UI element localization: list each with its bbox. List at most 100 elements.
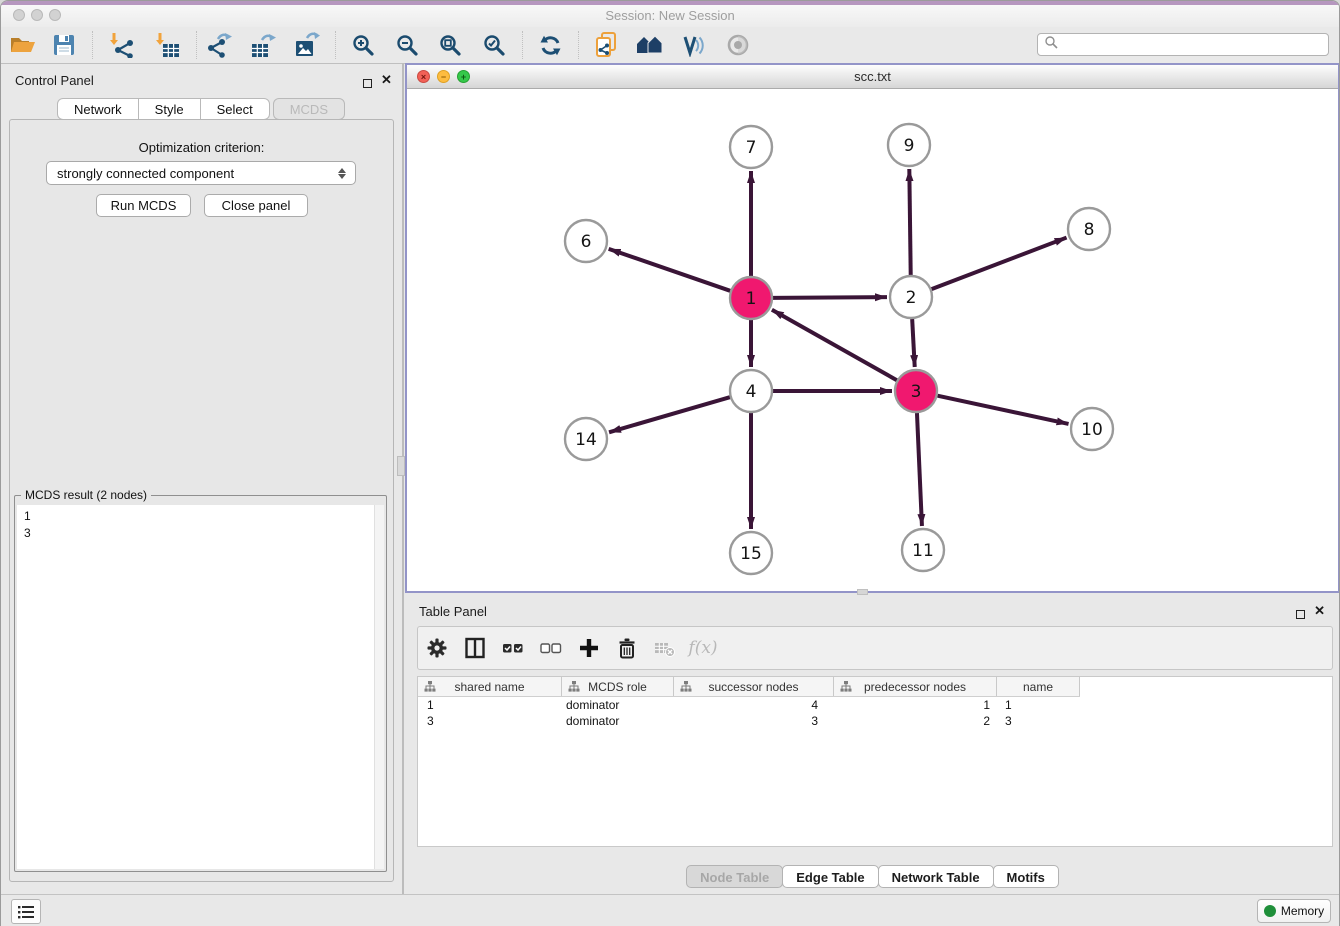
column-header-name[interactable]: name — [997, 677, 1080, 696]
table-options-icon[interactable] — [418, 637, 456, 659]
float-panel-icon[interactable] — [363, 75, 372, 93]
node-2[interactable]: 2 — [890, 276, 932, 318]
zoom-selected-icon[interactable] — [478, 31, 510, 59]
cell[interactable]: 4 — [674, 698, 834, 712]
apply-function-icon[interactable]: f(x) — [684, 638, 722, 658]
open-session-icon[interactable] — [7, 31, 39, 59]
optimization-label: Optimization criterion: — [10, 140, 393, 155]
search-field[interactable] — [1037, 33, 1329, 56]
zoom-out-icon[interactable] — [391, 31, 423, 59]
cell[interactable]: 1 — [997, 698, 1080, 712]
import-table-icon[interactable] — [151, 31, 183, 59]
panel-divider[interactable] — [402, 63, 404, 894]
edge-3-1[interactable] — [772, 310, 897, 380]
mcds-result-text[interactable]: 1 3 — [17, 505, 375, 869]
panel-divider-handle[interactable] — [397, 456, 405, 476]
edge-3-11[interactable] — [917, 413, 922, 526]
network-titlebar[interactable]: × − + scc.txt — [407, 65, 1338, 89]
cell[interactable]: 3 — [418, 714, 562, 728]
zoom-in-icon[interactable] — [347, 31, 379, 59]
tab-node-table[interactable]: Node Table — [686, 865, 783, 888]
home-icon[interactable] — [634, 31, 666, 59]
result-scrollbar[interactable] — [374, 505, 384, 869]
unselect-all-columns-icon[interactable] — [532, 637, 570, 659]
tab-select[interactable]: Select — [200, 98, 270, 120]
network-window[interactable]: × − + scc.txt 7 9 6 8 1 2 4 3 14 10 15 11 — [405, 63, 1340, 593]
column-header-shared-name[interactable]: shared name — [418, 677, 562, 696]
column-header-MCDS-role[interactable]: MCDS role — [562, 677, 674, 696]
svg-text:3: 3 — [911, 382, 922, 402]
show-columns-icon[interactable] — [456, 637, 494, 659]
table-row-1[interactable]: 1dominator411 — [418, 697, 1332, 713]
cell[interactable]: dominator — [562, 698, 674, 712]
node-3[interactable]: 3 — [895, 370, 937, 412]
node-9[interactable]: 9 — [888, 124, 930, 166]
node-8[interactable]: 8 — [1068, 208, 1110, 250]
edge-1-6[interactable] — [609, 249, 731, 291]
edge-1-2[interactable] — [773, 297, 887, 298]
close-panel-icon[interactable]: ✕ — [381, 75, 392, 84]
node-4[interactable]: 4 — [730, 370, 772, 412]
float-table-panel-icon[interactable] — [1296, 606, 1305, 624]
apply-layout-icon[interactable] — [534, 31, 566, 59]
table-row-2[interactable]: 3dominator323 — [418, 713, 1332, 729]
column-header-predecessor-nodes[interactable]: predecessor nodes — [834, 677, 997, 696]
export-network-icon[interactable] — [203, 31, 235, 59]
add-column-icon[interactable] — [570, 637, 608, 659]
main-titlebar[interactable]: Session: New Session — [1, 5, 1339, 28]
node-10[interactable]: 10 — [1071, 408, 1113, 450]
cell[interactable]: dominator — [562, 714, 674, 728]
tab-edge-table[interactable]: Edge Table — [782, 865, 878, 888]
split-divider-handle[interactable] — [857, 589, 868, 595]
network-graph[interactable]: 7 9 6 8 1 2 4 3 14 10 15 11 — [407, 89, 1338, 591]
svg-text:1: 1 — [746, 289, 757, 309]
mcds-result-box: MCDS result (2 nodes) 1 3 — [14, 495, 387, 872]
delete-table-icon[interactable] — [646, 637, 684, 659]
optimization-select[interactable]: strongly connected component — [46, 161, 356, 185]
toolbar-separator — [335, 31, 336, 59]
tab-network-table[interactable]: Network Table — [878, 865, 994, 888]
task-history-button[interactable] — [11, 899, 41, 924]
edge-2-3[interactable] — [912, 319, 915, 367]
node-11[interactable]: 11 — [902, 529, 944, 571]
column-label: name — [997, 680, 1079, 694]
column-header-successor-nodes[interactable]: successor nodes — [674, 677, 834, 696]
cell[interactable]: 3 — [997, 714, 1080, 728]
edge-4-14[interactable] — [609, 397, 730, 432]
export-table-icon[interactable] — [247, 31, 279, 59]
network-canvas[interactable]: 7 9 6 8 1 2 4 3 14 10 15 11 — [407, 89, 1338, 591]
edge-3-10[interactable] — [938, 396, 1069, 424]
node-table[interactable]: shared nameMCDS rolesuccessor nodesprede… — [417, 676, 1333, 847]
node-7[interactable]: 7 — [730, 126, 772, 168]
show-hide-details-icon[interactable] — [722, 31, 754, 59]
node-1[interactable]: 1 — [730, 277, 772, 319]
tab-style[interactable]: Style — [138, 98, 201, 120]
node-6[interactable]: 6 — [565, 220, 607, 262]
edge-2-9[interactable] — [909, 169, 910, 275]
tab-motifs[interactable]: Motifs — [993, 865, 1059, 888]
run-mcds-button[interactable]: Run MCDS — [96, 194, 191, 217]
search-icon — [1044, 35, 1058, 54]
cell[interactable]: 2 — [834, 714, 997, 728]
cell[interactable]: 1 — [834, 698, 997, 712]
tab-network[interactable]: Network — [57, 98, 139, 120]
table-tabs: Node TableEdge TableNetwork TableMotifs — [405, 865, 1340, 888]
close-panel-button[interactable]: Close panel — [204, 194, 308, 217]
import-network-icon[interactable] — [105, 31, 137, 59]
close-table-panel-icon[interactable]: ✕ — [1314, 606, 1325, 615]
vizmap-preview-icon[interactable] — [677, 31, 709, 59]
node-15[interactable]: 15 — [730, 532, 772, 574]
save-session-icon[interactable] — [48, 31, 80, 59]
delete-columns-icon[interactable] — [608, 637, 646, 659]
tab-mcds[interactable]: MCDS — [273, 98, 345, 120]
clone-network-icon[interactable] — [590, 31, 622, 59]
export-image-icon[interactable] — [291, 31, 323, 59]
memory-button[interactable]: Memory — [1257, 899, 1331, 923]
zoom-fit-icon[interactable] — [434, 31, 466, 59]
select-all-columns-icon[interactable] — [494, 637, 532, 659]
edge-2-8[interactable] — [932, 238, 1067, 290]
search-input[interactable] — [1062, 37, 1328, 53]
node-14[interactable]: 14 — [565, 418, 607, 460]
cell[interactable]: 3 — [674, 714, 834, 728]
cell[interactable]: 1 — [418, 698, 562, 712]
